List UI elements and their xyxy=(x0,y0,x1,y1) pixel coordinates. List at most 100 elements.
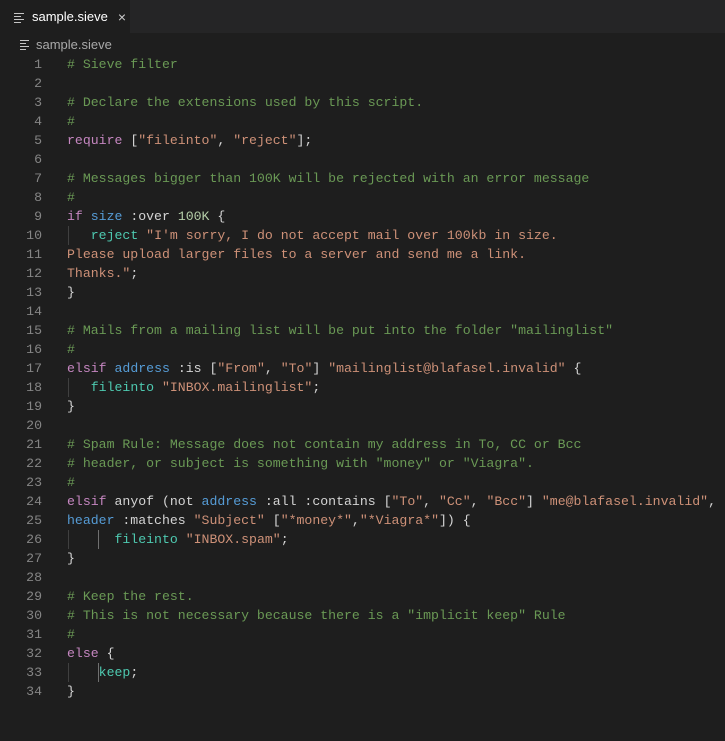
code-line[interactable]: 2 xyxy=(0,74,725,93)
code-text: # Mails from a mailing list will be put … xyxy=(67,323,614,338)
line-number: 29 xyxy=(26,589,42,604)
indent-guide xyxy=(68,663,69,682)
line-number: 10 xyxy=(26,228,42,243)
line-number: 14 xyxy=(26,304,42,319)
line-number: 26 xyxy=(26,532,42,547)
code-text: fileinto "INBOX.mailinglist"; xyxy=(90,380,321,395)
code-text: # header, or subject is something with "… xyxy=(67,456,534,471)
code-line[interactable]: 8 # xyxy=(0,188,725,207)
code-line[interactable]: 7 # Messages bigger than 100K will be rej… xyxy=(0,169,725,188)
code-line[interactable]: 5 require ["fileinto", "reject"]; xyxy=(0,131,725,150)
code-text: elsif anyof (not address :all :contains … xyxy=(67,494,716,509)
code-line[interactable]: 19} xyxy=(0,397,725,416)
line-number: 4 xyxy=(34,114,42,129)
line-number: 19 xyxy=(26,399,42,414)
breadcrumb: sample.sieve xyxy=(0,33,725,55)
line-number: 34 xyxy=(26,684,42,699)
code-text: else { xyxy=(67,646,115,661)
code-line[interactable]: 33 keep; xyxy=(0,663,725,682)
line-number: 15 xyxy=(26,323,42,338)
code-line[interactable]: 26 fileinto "INBOX.spam"; xyxy=(0,530,725,549)
code-line[interactable]: 1 # Sieve filter xyxy=(0,55,725,74)
code-line[interactable]: 22 # header, or subject is something with… xyxy=(0,454,725,473)
tab-title: sample.sieve xyxy=(32,9,108,24)
line-number: 8 xyxy=(34,190,42,205)
code-text: } xyxy=(67,285,75,300)
code-text: keep; xyxy=(98,665,139,680)
code-text: if size :over 100K { xyxy=(67,209,226,224)
tab-bar: sample.sieve × xyxy=(0,0,725,33)
line-number: 23 xyxy=(26,475,42,490)
code-line[interactable]: 34} xyxy=(0,682,725,701)
breadcrumb-label: sample.sieve xyxy=(36,36,112,52)
code-line[interactable]: 29 # Keep the rest. xyxy=(0,587,725,606)
line-number: 5 xyxy=(34,133,42,148)
code-line[interactable]: 23 # xyxy=(0,473,725,492)
line-number: 30 xyxy=(26,608,42,623)
line-number: 32 xyxy=(26,646,42,661)
line-number: 21 xyxy=(26,437,42,452)
line-number: 1 xyxy=(34,57,42,72)
code-text: # Declare the extensions used by this sc… xyxy=(67,95,424,110)
code-text: # xyxy=(67,190,75,205)
tab-sample-sieve[interactable]: sample.sieve × xyxy=(0,0,130,33)
line-number: 11 xyxy=(26,247,42,262)
code-text: Thanks."; xyxy=(67,266,139,281)
code-line[interactable]: 24 elsif anyof (not address :all :contain… xyxy=(0,492,725,511)
code-line[interactable]: 32 else { xyxy=(0,644,725,663)
code-text: } xyxy=(67,399,75,414)
line-number: 27 xyxy=(26,551,42,566)
code-text: # xyxy=(67,342,75,357)
code-line[interactable]: 25 header :matches "Subject" ["*money*","… xyxy=(0,511,725,530)
line-number: 20 xyxy=(26,418,42,433)
code-line[interactable]: 12 Thanks."; xyxy=(0,264,725,283)
line-number: 22 xyxy=(26,456,42,471)
code-line[interactable]: 13} xyxy=(0,283,725,302)
code-line[interactable]: 6 xyxy=(0,150,725,169)
breadcrumb-item-file[interactable]: sample.sieve xyxy=(20,37,112,52)
line-number: 18 xyxy=(26,380,42,395)
code-text: # xyxy=(67,475,75,490)
code-line[interactable]: 4 # xyxy=(0,112,725,131)
line-number: 6 xyxy=(34,152,42,167)
code-line[interactable]: 3 # Declare the extensions used by this s… xyxy=(0,93,725,112)
code-line[interactable]: 10 reject "I'm sorry, I do not accept ma… xyxy=(0,226,725,245)
code-text: # Sieve filter xyxy=(67,57,178,72)
line-number: 9 xyxy=(34,209,42,224)
code-line[interactable]: 14 xyxy=(0,302,725,321)
indent-guide xyxy=(68,226,69,245)
line-number: 16 xyxy=(26,342,42,357)
indent-guide xyxy=(68,530,69,549)
code-line[interactable]: 15 # Mails from a mailing list will be pu… xyxy=(0,321,725,340)
line-number: 25 xyxy=(26,513,42,528)
code-line[interactable]: 28 xyxy=(0,568,725,587)
code-text: } xyxy=(67,551,75,566)
indent-guide xyxy=(98,530,99,549)
code-text: # xyxy=(67,627,75,642)
indent-guide xyxy=(98,663,99,682)
code-line[interactable]: 20 xyxy=(0,416,725,435)
code-text: # Spam Rule: Message does not contain my… xyxy=(67,437,582,452)
code-line[interactable]: 27} xyxy=(0,549,725,568)
code-text: } xyxy=(67,684,75,699)
close-icon[interactable]: × xyxy=(118,9,126,25)
code-line[interactable]: 30 # This is not necessary because there … xyxy=(0,606,725,625)
code-text: reject "I'm sorry, I do not accept mail … xyxy=(90,228,558,243)
line-number: 17 xyxy=(26,361,42,376)
code-line[interactable]: 18 fileinto "INBOX.mailinglist"; xyxy=(0,378,725,397)
code-line[interactable]: 11 Please upload larger files to a server… xyxy=(0,245,725,264)
line-number: 12 xyxy=(26,266,42,281)
code-text: Please upload larger files to a server a… xyxy=(67,247,526,262)
code-line[interactable]: 21 # Spam Rule: Message does not contain … xyxy=(0,435,725,454)
code-line[interactable]: 31 # xyxy=(0,625,725,644)
code-text: elsif address :is ["From", "To"] "mailin… xyxy=(67,361,582,376)
code-line[interactable]: 17 elsif address :is ["From", "To"] "mail… xyxy=(0,359,725,378)
code-editor[interactable]: 1 # Sieve filter 2 3 # Declare the extension… xyxy=(0,55,725,741)
code-text: fileinto "INBOX.spam"; xyxy=(114,532,289,547)
code-line[interactable]: 9 if size :over 100K { xyxy=(0,207,725,226)
code-line[interactable]: 16 # xyxy=(0,340,725,359)
code-text: # This is not necessary because there is… xyxy=(67,608,566,623)
code-text: # Messages bigger than 100K will be reje… xyxy=(67,171,590,186)
line-number: 7 xyxy=(34,171,42,186)
code-text: header :matches "Subject" ["*money*","*V… xyxy=(67,513,471,528)
